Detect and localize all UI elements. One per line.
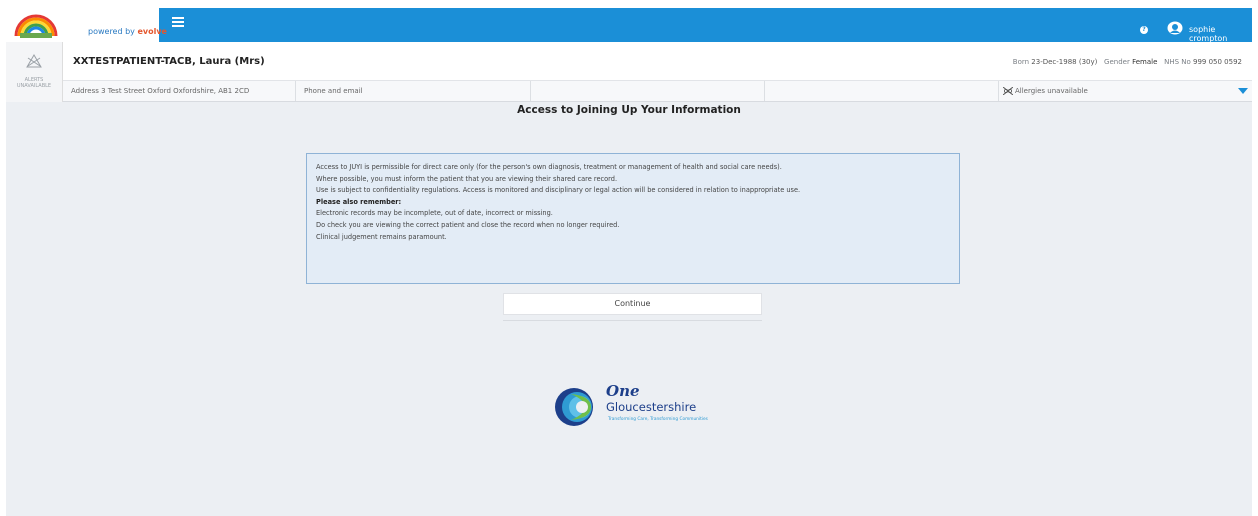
- help-icon[interactable]: ?: [1140, 26, 1148, 34]
- powered-by-label: powered by: [88, 27, 135, 36]
- notice-line: Where possible, you must inform the pati…: [316, 174, 618, 183]
- brand-tagline: Transforming Care, Transforming Communit…: [608, 417, 708, 422]
- one-gloucestershire-logo-icon: [555, 388, 593, 426]
- allergies-cell[interactable]: Allergies unavailable: [1003, 81, 1088, 101]
- brand-one-text: One: [606, 382, 640, 400]
- notice-line: Use is subject to confidentiality regula…: [316, 186, 801, 195]
- empty-info-cell: [765, 81, 999, 101]
- address-cell[interactable]: Address 3 Test Street Oxford Oxfordshire…: [63, 81, 296, 101]
- nhs-value: 999 050 0592: [1193, 58, 1242, 66]
- allergies-label: Allergies unavailable: [1015, 87, 1088, 95]
- expand-banner-chevron-down-icon[interactable]: [1238, 88, 1248, 94]
- alerts-unavailable-icon: [26, 54, 42, 68]
- nhs-label: NHS No: [1164, 58, 1191, 66]
- gender-value: Female: [1132, 58, 1158, 66]
- born-label: Born: [1012, 58, 1030, 66]
- notice-line: Do check you are viewing the correct pat…: [316, 220, 620, 229]
- notice-line: Access to JUYI is permissible for direct…: [316, 163, 782, 171]
- patient-demographics: Born 23-Dec-1988 (30y) Gender Female NHS…: [1013, 58, 1242, 66]
- user-name[interactable]: sophie crompton: [1189, 25, 1252, 43]
- continue-button[interactable]: Continue: [503, 293, 762, 315]
- menu-icon[interactable]: [172, 17, 184, 29]
- alerts-panel[interactable]: ALERTS UNAVAILABLE: [6, 42, 63, 102]
- patient-banner: XXTESTPATIENT-TACB, Laura (Mrs) Born 23-…: [63, 42, 1252, 81]
- phone-email-cell[interactable]: Phone and email: [296, 81, 531, 101]
- app-frame: powered by evolve ? sophie crompton ALER…: [6, 8, 1252, 516]
- top-bar: powered by evolve ? sophie crompton: [6, 8, 1252, 43]
- alerts-label: ALERTS UNAVAILABLE: [10, 77, 58, 89]
- notice-line: Clinical judgement remains paramount.: [316, 232, 447, 241]
- app-logo[interactable]: [6, 8, 66, 42]
- notice-heading: Please also remember:: [316, 197, 402, 206]
- user-avatar-icon[interactable]: [1167, 21, 1183, 35]
- page-title: Access to Joining Up Your Information: [517, 104, 741, 116]
- brand-name-text: Gloucestershire: [606, 400, 697, 414]
- born-value: 23-Dec-1988 (30y): [1031, 58, 1098, 66]
- powered-by-brand: evolve: [137, 27, 167, 36]
- powered-by-text: powered by evolve: [88, 27, 167, 36]
- patient-name: XXTESTPATIENT-TACB, Laura (Mrs): [73, 56, 265, 67]
- notice-line: Electronic records may be incomplete, ou…: [316, 209, 553, 218]
- gender-label: Gender: [1104, 58, 1130, 66]
- empty-info-cell: [531, 81, 765, 101]
- powered-by-box: [66, 8, 159, 42]
- alerts-label-line2: UNAVAILABLE: [16, 83, 52, 89]
- access-notice: Access to JUYI is permissible for direct…: [306, 153, 960, 284]
- allergies-unavailable-icon: [1003, 87, 1013, 95]
- patient-info-row: Address 3 Test Street Oxford Oxfordshire…: [63, 81, 1252, 102]
- divider: [503, 320, 762, 321]
